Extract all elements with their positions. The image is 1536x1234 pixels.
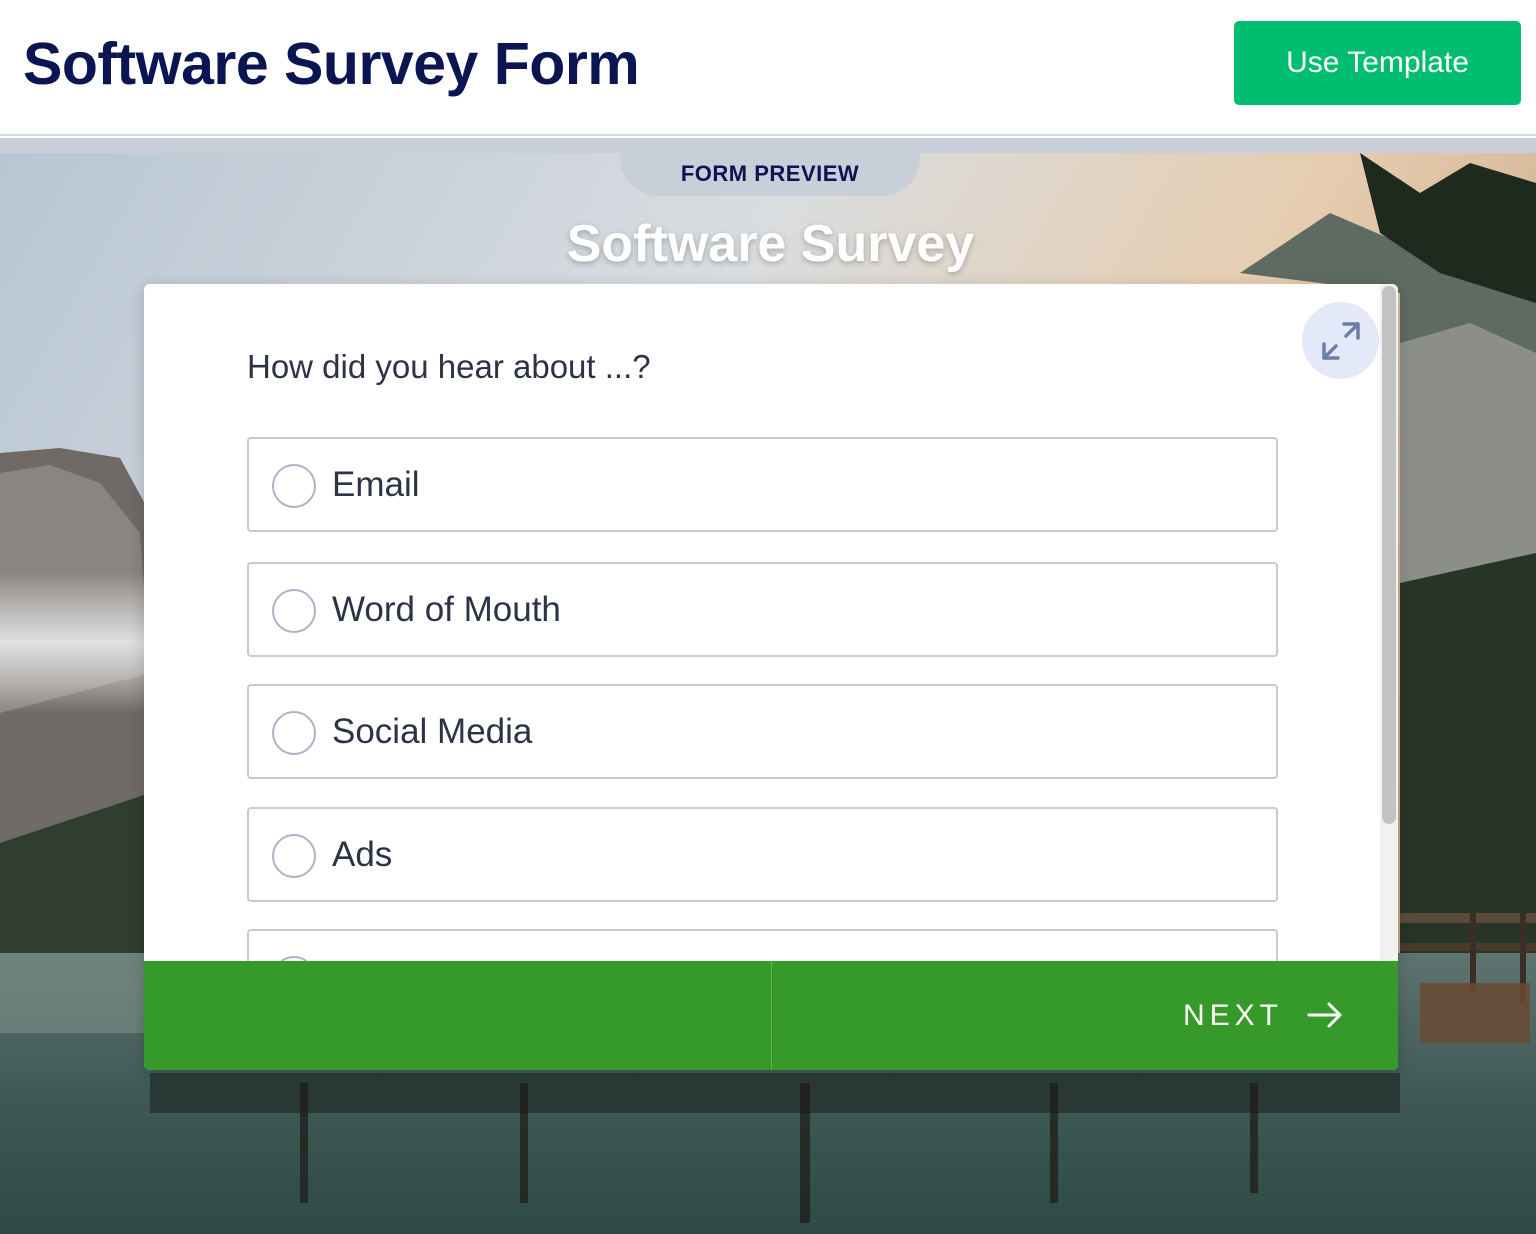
form-footer-bar: NEXT (144, 961, 1398, 1070)
top-header: Software Survey Form Use Template (0, 0, 1536, 136)
option-word-of-mouth[interactable]: Word of Mouth (247, 562, 1278, 657)
option-social-media[interactable]: Social Media (247, 684, 1278, 779)
next-button[interactable]: NEXT (772, 961, 1398, 1070)
radio-circle-icon[interactable] (272, 711, 316, 755)
radio-circle-icon[interactable] (272, 589, 316, 633)
use-template-button[interactable]: Use Template (1234, 21, 1521, 105)
survey-title: Software Survey (566, 215, 975, 273)
radio-circle-icon[interactable] (272, 464, 316, 508)
expand-button[interactable] (1302, 302, 1379, 379)
option-email[interactable]: Email (247, 437, 1278, 532)
form-preview-tab: FORM PREVIEW (620, 138, 920, 196)
radio-circle-icon[interactable] (272, 834, 316, 878)
question-label: How did you hear about ...? (247, 348, 651, 385)
option-label: Word of Mouth (332, 590, 561, 629)
option-label: Email (332, 465, 420, 504)
arrow-right-icon (1307, 1002, 1342, 1028)
expand-arrows-icon (1321, 321, 1360, 360)
option-label: Social Media (332, 712, 533, 751)
form-preview-area: FORM PREVIEW Software Survey How did you… (0, 138, 1536, 1234)
next-button-label: NEXT (1182, 999, 1283, 1032)
page-title: Software Survey Form (23, 31, 640, 97)
scrollbar-thumb[interactable] (1382, 286, 1396, 824)
option-ads[interactable]: Ads (247, 807, 1278, 902)
form-card: How did you hear about ...? Email Word o… (144, 284, 1398, 1070)
option-label: Ads (332, 835, 393, 874)
